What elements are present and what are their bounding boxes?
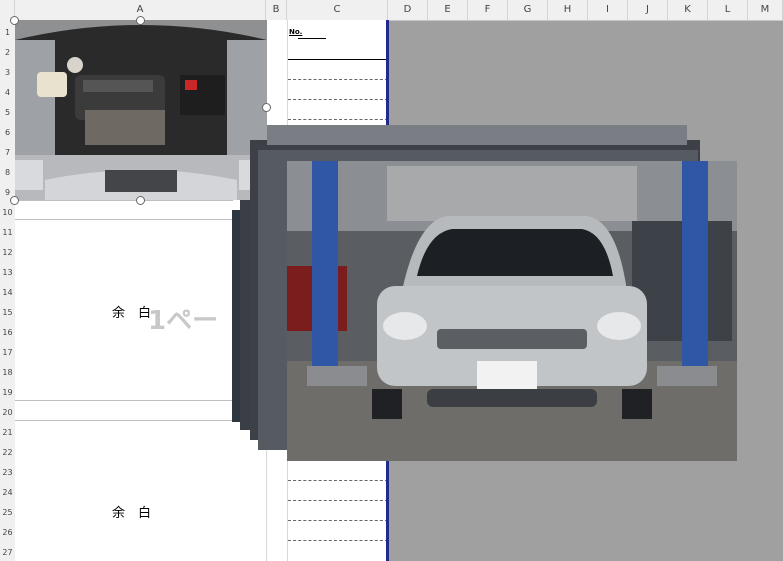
row-header[interactable]: 14 xyxy=(0,288,15,297)
stacked-image-layer[interactable] xyxy=(267,125,687,145)
column-header-g[interactable]: G xyxy=(508,0,548,20)
dashed-line xyxy=(288,520,388,521)
row-header[interactable]: 17 xyxy=(0,348,15,357)
row-header[interactable]: 7 xyxy=(0,148,15,157)
underline-decoration xyxy=(298,38,326,39)
resize-handle[interactable] xyxy=(136,196,145,205)
column-header-f[interactable]: F xyxy=(468,0,508,20)
column-header-l[interactable]: L xyxy=(708,0,748,20)
row-header[interactable]: 27 xyxy=(0,548,15,557)
column-header-c[interactable]: C xyxy=(287,0,388,20)
row-header[interactable]: 18 xyxy=(0,368,15,377)
row-border xyxy=(15,420,233,421)
row-header[interactable]: 3 xyxy=(0,68,15,77)
row-border xyxy=(15,219,233,220)
row-header[interactable]: 4 xyxy=(0,88,15,97)
column-header-j[interactable]: J xyxy=(628,0,668,20)
row-header[interactable]: 5 xyxy=(0,108,15,117)
car-photo-graphic xyxy=(287,161,737,461)
dashed-line xyxy=(288,540,388,541)
row-header-bar: 1 2 3 4 5 6 7 8 9 10 11 12 13 14 15 16 1… xyxy=(0,20,16,561)
column-header-i[interactable]: I xyxy=(588,0,628,20)
row-border xyxy=(15,400,233,401)
row-header[interactable]: 19 xyxy=(0,388,15,397)
column-header-k[interactable]: K xyxy=(668,0,708,20)
row-header[interactable]: 13 xyxy=(0,268,15,277)
row-header[interactable]: 22 xyxy=(0,448,15,457)
column-header-h[interactable]: H xyxy=(548,0,588,20)
dashed-line xyxy=(288,500,388,501)
row-header[interactable]: 21 xyxy=(0,428,15,437)
row-header[interactable]: 25 xyxy=(0,508,15,517)
row-border xyxy=(15,200,233,201)
row-header[interactable]: 20 xyxy=(0,408,15,417)
row-header[interactable]: 23 xyxy=(0,468,15,477)
engine-photo-graphic xyxy=(15,20,267,200)
row-header[interactable]: 1 xyxy=(0,28,15,37)
row-header[interactable]: 6 xyxy=(0,128,15,137)
dashed-line xyxy=(288,99,388,100)
row-header[interactable]: 8 xyxy=(0,168,15,177)
row-header[interactable]: 2 xyxy=(0,48,15,57)
row-header[interactable]: 16 xyxy=(0,328,15,337)
solid-line xyxy=(288,59,388,60)
row-header[interactable]: 12 xyxy=(0,248,15,257)
car-image[interactable] xyxy=(287,161,737,461)
dashed-line xyxy=(288,79,388,80)
resize-handle[interactable] xyxy=(10,196,19,205)
row-header[interactable]: 11 xyxy=(0,228,15,237)
column-header-d[interactable]: D xyxy=(388,0,428,20)
row-header[interactable]: 26 xyxy=(0,528,15,537)
row-header[interactable]: 10 xyxy=(0,208,15,217)
row-header[interactable]: 24 xyxy=(0,488,15,497)
resize-handle[interactable] xyxy=(262,103,271,112)
engine-bay-image[interactable] xyxy=(15,20,267,200)
column-header-b[interactable]: B xyxy=(266,0,287,20)
dashed-line xyxy=(288,480,388,481)
resize-handle[interactable] xyxy=(136,16,145,25)
stacked-image-edge[interactable] xyxy=(240,200,250,430)
page-number-watermark: 1ペー xyxy=(148,306,219,336)
blank-label-bottom[interactable]: 余 白 xyxy=(112,502,151,521)
blank-label-top[interactable]: 余 白 xyxy=(112,302,151,321)
row-header[interactable]: 15 xyxy=(0,308,15,317)
cell-c1-number-label[interactable]: No. xyxy=(289,28,302,36)
column-header-bar: A B C D E F G H I J K L M xyxy=(0,0,783,21)
resize-handle[interactable] xyxy=(10,16,19,25)
column-header-m[interactable]: M xyxy=(748,0,783,20)
column-header-e[interactable]: E xyxy=(428,0,468,20)
dashed-line xyxy=(288,119,388,120)
